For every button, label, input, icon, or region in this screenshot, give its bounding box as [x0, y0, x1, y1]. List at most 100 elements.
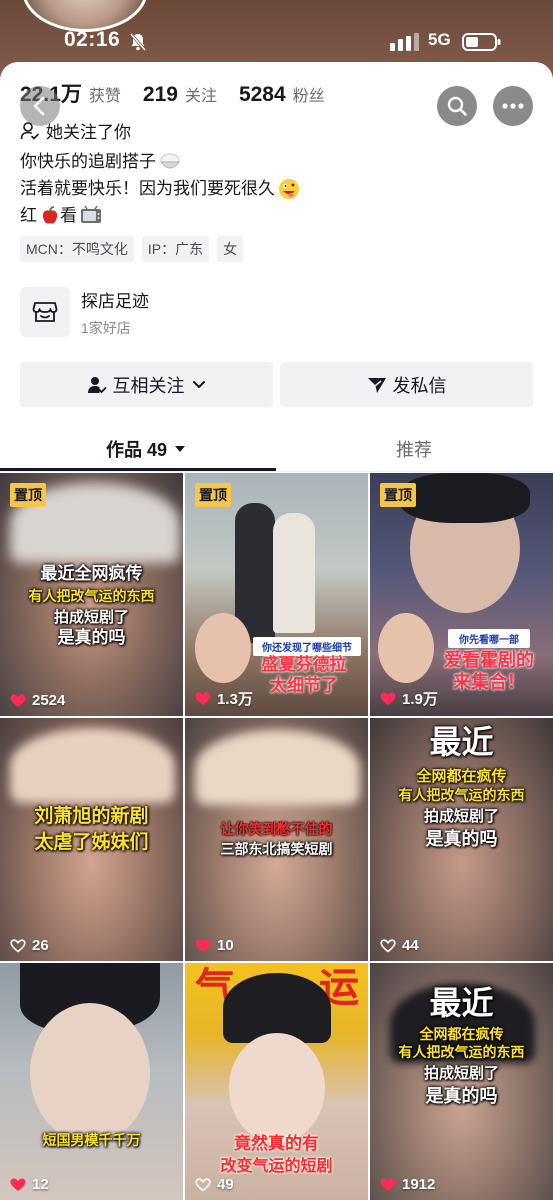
video-like-count: 1912 [402, 1176, 436, 1193]
paper-plane-icon [367, 377, 386, 393]
pinned-badge: 置顶 [380, 483, 416, 507]
video-thumbnail[interactable]: 让你笑到憋不住的 三部东北搞笑短剧 10 [185, 718, 368, 961]
bio-line-1: 你快乐的追剧搭子 [20, 152, 156, 171]
profile-tabs: 作品 49 推荐 [0, 428, 553, 472]
bio-line-3-prefix: 红 [20, 206, 37, 225]
video-likes: 26 [10, 937, 49, 954]
video-like-count: 12 [32, 1176, 49, 1193]
tab-works-label: 作品 49 [106, 440, 168, 460]
video-thumbnail[interactable]: 置顶 你先看哪一部 爱看霍剧的 来集合！ 1.9万 [370, 473, 553, 716]
hair-shape [400, 473, 530, 523]
video-subtitle: 你还发现了哪些细节 [253, 637, 361, 656]
video-caption: 有人把改气运的东西 [28, 589, 155, 605]
video-caption: 有人把改气运的东西 [398, 1045, 525, 1061]
tag-gender: 女 [217, 236, 244, 262]
bio-line-3-suffix: 看 [60, 206, 77, 225]
tag-ip-location: IP：广东 [141, 236, 210, 262]
video-thumbnail[interactable]: 刘萧旭的新剧 太虐了姊妹们 26 [0, 718, 183, 961]
video-thumbnail[interactable]: 置顶 最近全网疯传 有人把改气运的东西 拍成短剧了 是真的吗 2524 [0, 473, 183, 716]
stat-likes-label: 获赞 [88, 88, 121, 105]
hat-shape [10, 728, 175, 803]
tab-works[interactable]: 作品 49 [106, 436, 187, 462]
stat-following-label: 关注 [184, 88, 217, 105]
video-likes: 44 [380, 937, 419, 954]
chevron-down-icon [192, 380, 205, 388]
video-thumbnail[interactable]: 短国男模千千万 12 [0, 963, 183, 1200]
mute-bell-icon [129, 33, 147, 51]
profile-tags: MCN：不鸣文化 IP：广东 女 [20, 236, 251, 262]
video-like-count: 44 [402, 937, 419, 954]
video-thumbnail[interactable]: 置顶 你还发现了哪些细节 盛夏芬德拉 太细节了 1.3万 [185, 473, 368, 716]
stat-following[interactable]: 219 关注 [143, 82, 217, 107]
status-bar: 02:16 5G [0, 24, 553, 60]
stat-followers[interactable]: 5284 粉丝 [239, 82, 325, 107]
face-shape [30, 1003, 150, 1143]
zany-face-emoji-icon [279, 178, 299, 199]
user-check-icon [20, 121, 39, 140]
video-caption: 最近全网疯传 [40, 564, 143, 584]
storefront-icon [32, 302, 58, 322]
video-caption: 来集合！ [453, 672, 525, 693]
send-message-button[interactable]: 发私信 [280, 362, 533, 407]
video-caption: 拍成短剧了 [423, 1064, 499, 1082]
status-time: 02:16 [64, 28, 121, 51]
heart-outline-icon [380, 938, 396, 953]
video-caption: 太虐了姊妹们 [34, 831, 149, 853]
video-caption: 太细节了 [270, 676, 338, 696]
send-message-label: 发私信 [392, 375, 447, 396]
hat-shape [195, 730, 360, 805]
video-thumbnail[interactable]: 气 运 竟然真的有 改变气运的短剧 49 [185, 963, 368, 1200]
caret-down-icon [175, 446, 186, 452]
shop-visits-entry[interactable]: 探店足迹 1家好店 [20, 286, 149, 338]
video-subtitle: 你先看哪一部 [448, 629, 530, 648]
network-type: 5G [428, 30, 451, 49]
user-check-icon [87, 376, 106, 393]
video-caption: 盛夏芬德拉 [261, 655, 347, 675]
follows-you-indicator: 她关注了你 [20, 118, 131, 143]
more-button[interactable] [493, 86, 533, 126]
video-caption: 全网都在疯传 [416, 767, 507, 785]
rice-bowl-emoji-icon [159, 153, 181, 168]
cellular-signal-icon [390, 33, 419, 51]
chevron-left-icon [33, 96, 45, 116]
search-button[interactable] [437, 86, 477, 126]
video-caption: 有人把改气运的东西 [398, 788, 525, 804]
heart-filled-icon [380, 1178, 396, 1191]
heart-filled-icon [195, 692, 211, 705]
mutual-follow-label: 互相关注 [112, 375, 185, 396]
video-likes: 10 [195, 937, 234, 954]
video-caption: 是真的吗 [425, 829, 498, 850]
video-likes: 1912 [380, 1176, 435, 1193]
pinned-badge: 置顶 [195, 483, 231, 507]
heart-outline-icon [10, 938, 26, 953]
bio-line-2: 活着就要快乐！因为我们要死很久 [20, 179, 275, 198]
video-like-count: 2524 [32, 692, 66, 709]
video-caption: 让你笑到憋不住的 [220, 822, 333, 838]
video-caption: 竟然真的有 [234, 1134, 319, 1154]
stat-following-value: 219 [142, 83, 178, 106]
video-caption: 三部东北搞笑短剧 [220, 842, 333, 858]
tab-recommend[interactable]: 推荐 [396, 436, 432, 462]
video-caption: 刘萧旭的新剧 [34, 805, 149, 827]
heart-filled-icon [10, 694, 26, 707]
video-likes: 12 [10, 1176, 49, 1193]
profile-stats: 22.1万 获赞 219 关注 5284 粉丝 [20, 78, 347, 108]
shop-title: 探店足迹 [81, 291, 149, 311]
apple-emoji-icon [42, 205, 58, 224]
mutual-follow-button[interactable]: 互相关注 [20, 362, 273, 407]
video-caption: 最近 [429, 984, 494, 1022]
profile-bio: 你快乐的追剧搭子 活着就要快乐！因为我们要死很久 红 看 [20, 148, 300, 229]
search-icon [447, 96, 467, 116]
video-caption: 爱看霍剧的 [444, 650, 534, 671]
video-thumbnail[interactable]: 最近 全网都在疯传 有人把改气运的东西 拍成短剧了 是真的吗 1912 [370, 963, 553, 1200]
tag-mcn[interactable]: MCN：不鸣文化 [20, 236, 134, 262]
video-caption: 是真的吗 [425, 1086, 498, 1107]
active-tab-indicator [0, 468, 276, 471]
video-like-count: 1.3万 [217, 691, 253, 708]
figure-shape [273, 513, 315, 633]
video-thumbnail[interactable]: 最近 全网都在疯传 有人把改气运的东西 拍成短剧了 是真的吗 44 [370, 718, 553, 961]
battery-icon [462, 33, 501, 51]
stat-followers-value: 5284 [238, 83, 286, 106]
video-like-count: 1.9万 [402, 691, 438, 708]
video-caption: 拍成短剧了 [53, 608, 129, 626]
